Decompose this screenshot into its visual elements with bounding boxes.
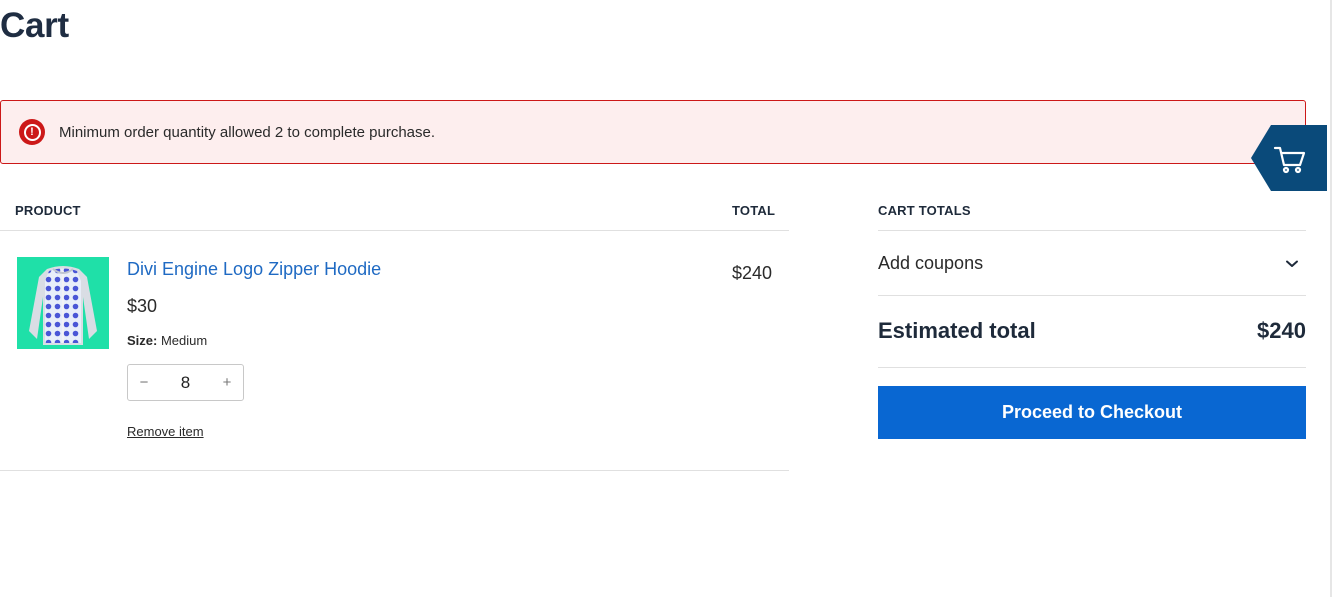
table-footer-divider	[0, 470, 789, 471]
table-header-divider	[0, 230, 789, 231]
add-coupons-toggle[interactable]: Add coupons	[878, 232, 1306, 295]
line-total: $240	[731, 263, 772, 283]
cart-page: Cart ! Minimum order quantity allowed 2 …	[0, 0, 1332, 597]
increase-quantity-button[interactable]: +	[211, 365, 243, 400]
add-coupons-label: Add coupons	[878, 253, 984, 273]
proceed-to-checkout-button[interactable]: Proceed to Checkout	[878, 386, 1306, 439]
cart-totals-heading: CART TOTALS	[878, 203, 971, 218]
page-title: Cart	[0, 6, 69, 45]
product-attribute: Size: Medium	[127, 333, 207, 348]
product-column-header: PRODUCT	[15, 203, 81, 218]
remove-item-link[interactable]: Remove item	[127, 424, 204, 439]
decrease-quantity-button[interactable]: −	[128, 365, 160, 400]
estimated-total-divider	[878, 367, 1306, 368]
attribute-value: Medium	[160, 333, 208, 348]
chevron-down-icon	[1286, 260, 1298, 267]
quantity-input[interactable]: 8	[160, 373, 211, 393]
error-notice: ! Minimum order quantity allowed 2 to co…	[0, 100, 1306, 164]
unit-price: $30	[127, 296, 158, 316]
quantity-stepper: − 8 +	[127, 364, 244, 401]
total-column-header: TOTAL	[732, 203, 776, 218]
cart-icon	[1251, 125, 1327, 191]
coupons-divider	[878, 295, 1306, 296]
totals-header-divider	[878, 230, 1306, 231]
product-name-link[interactable]: Divi Engine Logo Zipper Hoodie	[127, 259, 381, 280]
hoodie-image	[29, 266, 97, 345]
estimated-total-value: $240	[1257, 318, 1306, 343]
product-thumbnail[interactable]	[17, 257, 109, 349]
error-icon: !	[19, 119, 45, 145]
error-notice-text: Minimum order quantity allowed 2 to comp…	[59, 123, 436, 141]
mini-cart-button[interactable]	[1251, 125, 1327, 191]
estimated-total-label: Estimated total	[878, 318, 1036, 343]
attribute-label: Size:	[127, 333, 158, 348]
